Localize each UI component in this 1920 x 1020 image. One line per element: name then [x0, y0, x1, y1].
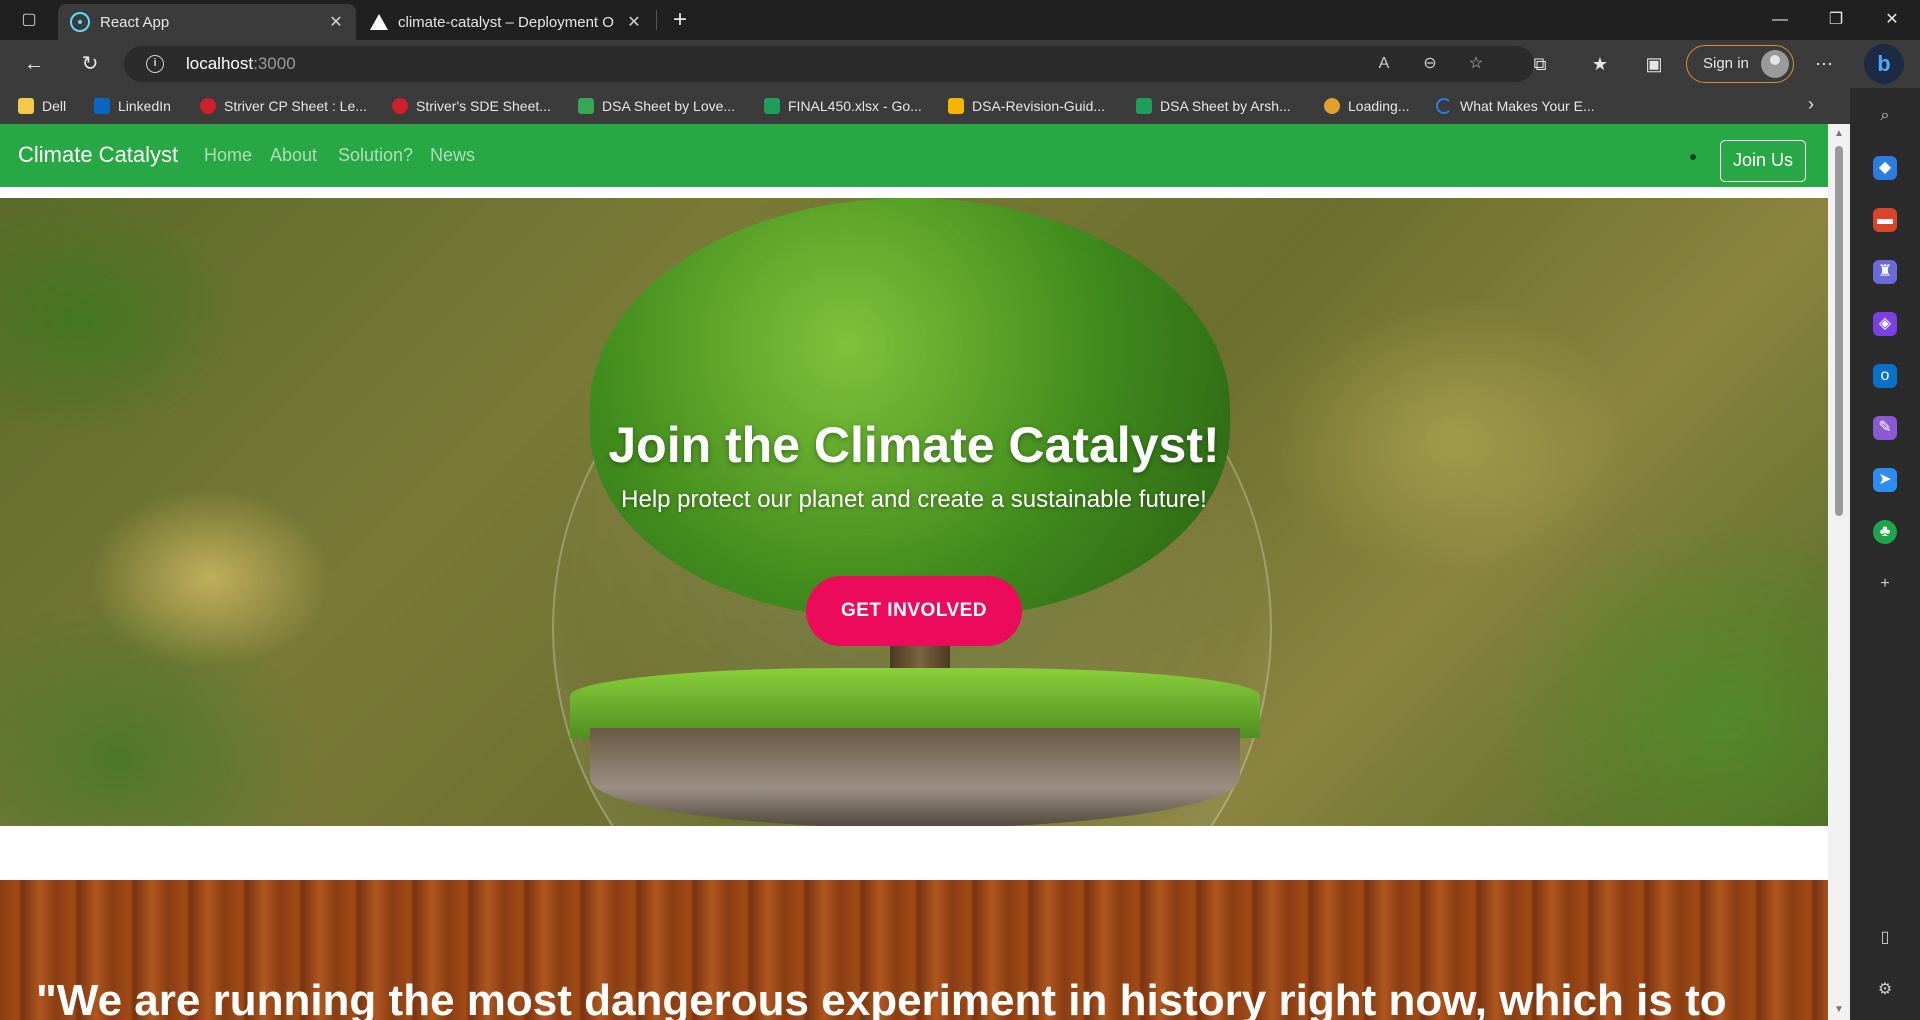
close-tab-icon[interactable]: ✕: [626, 12, 642, 32]
close-tab-icon[interactable]: ✕: [328, 12, 344, 32]
tree-image: [590, 198, 1230, 618]
minimize-icon[interactable]: —: [1752, 0, 1808, 40]
bookmark-item[interactable]: DSA Sheet by Arsh...: [1136, 94, 1291, 118]
react-icon: [70, 12, 90, 32]
microsoft-365-icon[interactable]: ◈: [1873, 312, 1897, 336]
settings-icon[interactable]: ⚙: [1873, 978, 1897, 1002]
extensions-icon[interactable]: ⧉: [1526, 50, 1554, 78]
sign-in-label: Sign in: [1703, 55, 1749, 72]
vercel-icon: [370, 14, 388, 30]
add-favorite-icon[interactable]: ☆: [1464, 52, 1488, 76]
tools-icon[interactable]: ▬: [1873, 208, 1897, 232]
tab-title: climate-catalyst – Deployment O: [398, 13, 614, 31]
scroll-down-icon[interactable]: ▼: [1834, 1004, 1844, 1015]
tuf-icon: [392, 98, 408, 114]
site-navbar: Climate Catalyst Home About Solution? Ne…: [0, 124, 1828, 192]
spinner-icon: [1436, 98, 1452, 114]
bookmark-item[interactable]: Loading...: [1324, 94, 1410, 118]
hero-subtitle: Help protect our planet and create a sus…: [621, 486, 1207, 513]
quote-section: "We are running the most dangerous exper…: [0, 880, 1828, 1020]
nav-home[interactable]: Home: [204, 145, 252, 166]
sheets-icon: [764, 98, 780, 114]
tab-strip: ▢ React App ✕ climate-catalyst – Deploym…: [0, 0, 1920, 40]
collections-icon[interactable]: ▣: [1640, 50, 1668, 78]
tab-title: React App: [100, 13, 170, 31]
bookmarks-bar: Dell LinkedIn Striver CP Sheet : Le... S…: [0, 88, 1920, 124]
linkedin-icon: [94, 98, 110, 114]
join-us-button[interactable]: Join Us: [1720, 140, 1806, 182]
tab-actions-icon[interactable]: ▢: [16, 8, 42, 32]
brand-link[interactable]: Climate Catalyst: [18, 142, 178, 168]
site-info-icon[interactable]: i: [146, 55, 164, 73]
bookmark-item[interactable]: What Makes Your E...: [1436, 94, 1595, 118]
designer-icon[interactable]: ✎: [1873, 416, 1897, 440]
loading-icon: [1324, 98, 1340, 114]
nav-solution[interactable]: Solution?: [338, 145, 413, 166]
bookmark-item[interactable]: LinkedIn: [94, 94, 171, 118]
search-icon[interactable]: ⌕: [1873, 104, 1897, 128]
tab-separator: [656, 10, 657, 30]
tuf-icon: [200, 98, 216, 114]
shopping-tag-icon[interactable]: ◆: [1873, 156, 1897, 180]
scrollbar-thumb[interactable]: [1835, 146, 1843, 516]
edge-sidebar: ⌕ ◆ ▬ ♜ ◈ o ✎ ➤ ♣ + ▯ ⚙: [1850, 88, 1920, 1020]
bookmark-item[interactable]: DSA Sheet by Love...: [578, 94, 735, 118]
close-window-icon[interactable]: ✕: [1864, 0, 1920, 40]
hero-title: Join the Climate Catalyst!: [608, 417, 1220, 473]
url-text[interactable]: localhost:3000: [186, 54, 296, 74]
back-icon[interactable]: ←: [20, 50, 48, 78]
tree-icon[interactable]: ♣: [1873, 520, 1897, 544]
scroll-up-icon[interactable]: ▲: [1834, 128, 1844, 139]
copilot-icon[interactable]: b: [1864, 44, 1904, 84]
drive-icon: [948, 98, 964, 114]
bookmark-item[interactable]: Striver's SDE Sheet...: [392, 94, 551, 118]
address-bar: ← ↻ i localhost:3000 A ⊖ ☆ ⧉ ★ ▣ Sign in…: [0, 40, 1920, 88]
read-aloud-icon[interactable]: A: [1372, 52, 1396, 76]
hero-section: Join the Climate Catalyst! Help protect …: [0, 198, 1828, 826]
sign-in-button[interactable]: Sign in: [1686, 45, 1794, 83]
tab-deployment[interactable]: climate-catalyst – Deployment O ✕: [358, 4, 654, 40]
url-field[interactable]: i localhost:3000 A ⊖ ☆: [124, 46, 1534, 82]
favorites-icon[interactable]: ★: [1586, 50, 1614, 78]
games-icon[interactable]: ♜: [1873, 260, 1897, 284]
send-icon[interactable]: ➤: [1873, 468, 1897, 492]
page-viewport: Climate Catalyst Home About Solution? Ne…: [0, 124, 1828, 1020]
refresh-icon[interactable]: ↻: [76, 50, 104, 78]
status-dot: [1690, 154, 1696, 160]
avatar: [1761, 50, 1789, 78]
add-icon[interactable]: +: [1873, 572, 1897, 596]
page-scrollbar[interactable]: ▲ ▼: [1828, 124, 1850, 1020]
get-involved-button[interactable]: GET INVOLVED: [806, 576, 1022, 646]
bookmark-item[interactable]: Striver CP Sheet : Le...: [200, 94, 367, 118]
bookmark-item[interactable]: DSA-Revision-Guid...: [948, 94, 1105, 118]
nav-about[interactable]: About: [270, 145, 317, 166]
quote-text: "We are running the most dangerous exper…: [36, 976, 1727, 1020]
more-menu-icon[interactable]: ⋯: [1810, 50, 1838, 78]
zoom-out-icon[interactable]: ⊖: [1418, 52, 1442, 76]
love-babbar-icon: [578, 98, 594, 114]
soil-image: [590, 728, 1240, 826]
chevron-right-icon[interactable]: ›: [1808, 94, 1814, 115]
nav-news[interactable]: News: [430, 145, 475, 166]
split-screen-icon[interactable]: ▯: [1873, 926, 1897, 950]
tab-react-app[interactable]: React App ✕: [58, 4, 356, 40]
restore-icon[interactable]: ❐: [1808, 0, 1864, 40]
outlook-icon[interactable]: o: [1873, 364, 1897, 388]
new-tab-icon[interactable]: +: [666, 6, 694, 34]
bookmark-item[interactable]: Dell: [18, 94, 66, 118]
folder-icon: [18, 98, 34, 114]
bookmark-item[interactable]: FINAL450.xlsx - Go...: [764, 94, 922, 118]
sheets-icon: [1136, 98, 1152, 114]
